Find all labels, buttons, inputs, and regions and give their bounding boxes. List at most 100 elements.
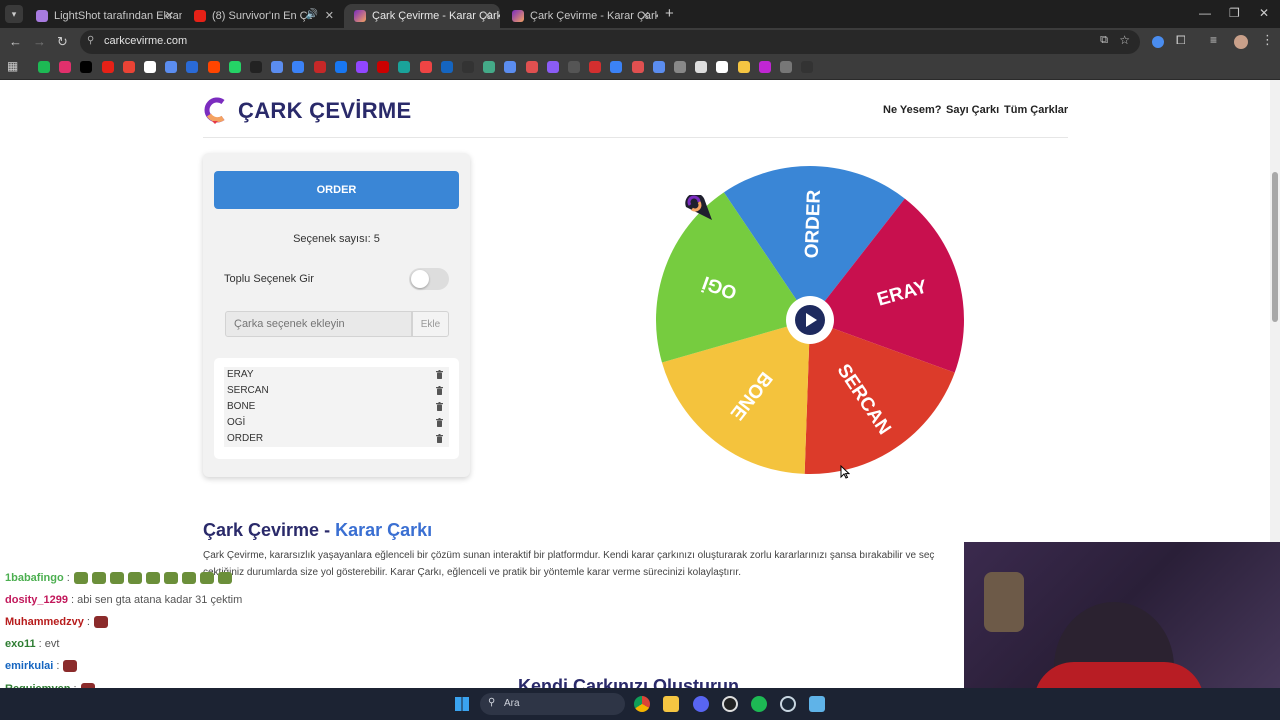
bookmark-favicon-icon[interactable] xyxy=(695,61,708,73)
bookmark-favicon-icon[interactable] xyxy=(80,61,93,73)
extensions-puzzle-icon[interactable]: ⧠ xyxy=(1176,33,1186,48)
bookmark-favicon-icon[interactable] xyxy=(589,61,602,73)
install-app-icon[interactable]: ⧉ xyxy=(1100,34,1108,47)
close-tab-icon[interactable]: ✕ xyxy=(641,9,650,22)
bookmark-favicon-icon[interactable] xyxy=(801,61,814,73)
bookmark-favicon-icon[interactable] xyxy=(313,61,326,73)
bookmark-favicon-icon[interactable] xyxy=(186,61,199,73)
url-text[interactable]: carkcevirme.com xyxy=(104,35,187,47)
bookmark-favicon-icon[interactable] xyxy=(546,61,559,73)
add-option-input[interactable] xyxy=(225,311,412,337)
spotify-icon[interactable] xyxy=(751,696,767,712)
bookmark-favicon-icon[interactable] xyxy=(228,61,241,73)
profile-avatar[interactable] xyxy=(1234,35,1248,49)
bookmark-favicon-icon[interactable] xyxy=(758,61,771,73)
browser-tab-lightshot[interactable]: LightShot tarafından Ekran Gör ✕ xyxy=(26,4,182,28)
bookmark-favicon-icon[interactable] xyxy=(780,61,792,73)
bookmark-favicon-icon[interactable] xyxy=(144,61,156,73)
bookmark-favicon-icon[interactable] xyxy=(631,61,644,73)
site-info-icon[interactable]: ⚲ xyxy=(87,35,94,46)
bookmark-favicon-icon[interactable] xyxy=(483,61,496,73)
minimize-icon[interactable]: — xyxy=(1199,6,1211,20)
browser-tab-cark[interactable]: Çark Çevirme - Karar Çarkı! ✕ xyxy=(502,4,658,28)
cark-logo-icon[interactable] xyxy=(203,97,227,125)
extension-blue-icon[interactable] xyxy=(1152,36,1164,48)
option-list-item: OGİ xyxy=(224,415,449,431)
add-option-button[interactable]: Ekle xyxy=(412,311,449,337)
browser-tab-youtube[interactable]: (8) Survivor'ın En Çok Arana 🔊 ✕ xyxy=(184,4,342,28)
site-logo-text[interactable]: ÇARK ÇEVİRME xyxy=(238,98,412,124)
forward-arrow-icon[interactable]: → xyxy=(33,34,46,49)
bookmark-favicon-icon[interactable] xyxy=(38,61,50,73)
nav-link-sayi-carki[interactable]: Sayı Çarkı xyxy=(946,104,999,116)
chat-username: exo11 xyxy=(5,638,36,650)
bookmark-favicon-icon[interactable] xyxy=(356,61,368,73)
file-explorer-icon[interactable] xyxy=(663,696,679,712)
bookmark-favicon-icon[interactable] xyxy=(419,61,432,73)
bookmark-favicon-icon[interactable] xyxy=(165,61,178,73)
chat-message: Muhammedzvy : xyxy=(5,616,108,629)
bookmark-favicon-icon[interactable] xyxy=(334,61,347,73)
address-bar-row: ← → ↻ ⚲ carkcevirme.com ⧉ ☆ ⧠ ≡ ⋮ xyxy=(0,28,1280,56)
delete-option-trash-icon[interactable] xyxy=(436,370,443,379)
chat-text: : xyxy=(63,572,70,584)
bookmark-favicon-icon[interactable] xyxy=(59,61,72,73)
browser-tab-cark-active[interactable]: Çark Çevirme - Karar Çarkı! ✕ xyxy=(344,4,500,28)
bookmark-favicon-icon[interactable] xyxy=(610,61,623,73)
delete-option-trash-icon[interactable] xyxy=(436,418,443,427)
close-window-icon[interactable]: ✕ xyxy=(1259,6,1269,20)
cark-favicon-icon xyxy=(354,10,366,22)
notepad-icon[interactable] xyxy=(809,696,825,712)
bookmark-favicon-icon[interactable] xyxy=(292,61,305,73)
apps-grid-icon[interactable]: ▦ xyxy=(7,59,18,73)
bookmark-favicon-icon[interactable] xyxy=(440,61,453,73)
close-tab-icon[interactable]: ✕ xyxy=(325,9,334,22)
reading-list-icon[interactable]: ≡ xyxy=(1210,33,1217,47)
new-tab-button[interactable]: + xyxy=(665,5,674,22)
restore-icon[interactable]: ❐ xyxy=(1229,6,1240,20)
delete-option-trash-icon[interactable] xyxy=(436,434,443,443)
bookmark-favicon-icon[interactable] xyxy=(652,61,665,73)
bookmark-favicon-icon[interactable] xyxy=(250,61,262,73)
scrollbar-thumb[interactable] xyxy=(1272,172,1278,322)
browser-menu-icon[interactable]: ⋮ xyxy=(1261,32,1274,48)
bookmark-favicon-icon[interactable] xyxy=(122,61,135,73)
chat-username: Muhammedzvy xyxy=(5,616,84,628)
start-button-icon[interactable] xyxy=(455,697,469,711)
delete-option-trash-icon[interactable] xyxy=(436,386,443,395)
bulk-entry-toggle[interactable] xyxy=(409,268,449,290)
bookmark-favicon-icon[interactable] xyxy=(568,61,580,73)
bookmark-favicon-icon[interactable] xyxy=(398,61,411,73)
chrome-icon[interactable] xyxy=(634,696,650,712)
close-tab-icon[interactable]: ✕ xyxy=(165,9,174,22)
bookmark-favicon-icon[interactable] xyxy=(674,61,686,73)
close-tab-icon[interactable]: ✕ xyxy=(483,9,492,22)
bookmark-favicon-icon[interactable] xyxy=(737,61,750,73)
option-count: Seçenek sayısı: 5 xyxy=(293,233,380,245)
section-heading: Çark Çevirme - Karar Çarkı xyxy=(203,520,432,541)
chat-emote-icon xyxy=(93,616,108,629)
tab-list-dropdown-icon[interactable]: ▾ xyxy=(5,5,23,23)
result-button[interactable]: ORDER xyxy=(214,171,459,209)
nav-link-tum-carklar[interactable]: Tüm Çarklar xyxy=(1004,104,1068,116)
omnibox[interactable]: ⚲ carkcevirme.com ⧉ ☆ xyxy=(80,30,1140,54)
bookmark-favicon-icon[interactable] xyxy=(462,61,474,73)
bookmark-favicon-icon[interactable] xyxy=(101,61,114,73)
bookmark-favicon-icon[interactable] xyxy=(504,61,517,73)
cark-favicon-icon xyxy=(512,10,524,22)
reload-icon[interactable]: ↻ xyxy=(57,34,68,50)
bookmark-favicon-icon[interactable] xyxy=(377,61,390,73)
bookmark-favicon-icon[interactable] xyxy=(525,61,538,73)
bookmark-favicon-icon[interactable] xyxy=(207,61,220,73)
obs-icon[interactable] xyxy=(722,696,738,712)
steam-icon[interactable] xyxy=(780,696,796,712)
delete-option-trash-icon[interactable] xyxy=(436,402,443,411)
nav-link-ne-yesem[interactable]: Ne Yesem? xyxy=(883,104,942,116)
taskbar-search[interactable]: ⚲ Ara xyxy=(480,693,625,715)
bookmark-favicon-icon[interactable] xyxy=(271,61,284,73)
speaker-icon[interactable]: 🔊 xyxy=(306,9,318,20)
bookmark-star-icon[interactable]: ☆ xyxy=(1119,33,1130,47)
discord-icon[interactable] xyxy=(693,696,709,712)
back-arrow-icon[interactable]: ← xyxy=(9,34,22,49)
bookmark-favicon-icon[interactable] xyxy=(716,61,729,73)
